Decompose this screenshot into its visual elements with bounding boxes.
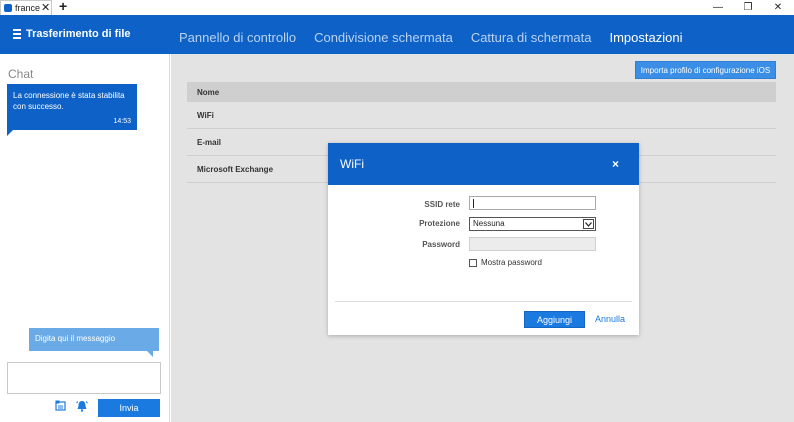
file-transfer-icon xyxy=(13,28,21,40)
alarm-bell-icon[interactable] xyxy=(76,400,88,412)
nav-settings[interactable]: Impostazioni xyxy=(609,30,682,45)
chat-sidebar: Chat La connessione è stata stabilita co… xyxy=(0,54,170,422)
minimize-icon[interactable]: — xyxy=(706,0,730,15)
password-label: Password xyxy=(422,240,460,249)
send-file-icon[interactable] xyxy=(55,400,67,412)
nav-screen-sharing[interactable]: Condivisione schermata xyxy=(314,30,453,45)
table-row-wifi[interactable]: WiFi xyxy=(187,102,776,129)
nav-screenshot[interactable]: Cattura di schermata xyxy=(471,30,592,45)
message-hint-bubble: Digita qui il messaggio xyxy=(29,328,159,351)
chat-title: Chat xyxy=(8,67,34,81)
chat-message-input[interactable] xyxy=(7,362,161,394)
chat-message-time: 14:53 xyxy=(113,118,131,125)
table-header-name: Nome xyxy=(187,82,776,102)
header-bar: Trasferimento di file Pannello di contro… xyxy=(0,15,794,54)
send-button[interactable]: Invia xyxy=(98,399,160,417)
dialog-close-icon[interactable]: × xyxy=(612,157,619,171)
protection-label: Protezione xyxy=(419,219,460,228)
dialog-title: WiFi xyxy=(340,157,364,171)
restore-icon[interactable]: ❐ xyxy=(736,0,760,15)
chevron-down-icon xyxy=(583,219,594,229)
tab-bar: france ✕ + — ❐ ✕ xyxy=(0,0,794,15)
add-tab-icon[interactable]: + xyxy=(59,0,67,14)
dialog-header: WiFi × xyxy=(328,143,639,185)
show-password-checkbox[interactable] xyxy=(469,259,477,267)
main-nav: Pannello di controllo Condivisione scher… xyxy=(179,30,700,45)
ssid-label: SSID rete xyxy=(424,200,460,209)
text-caret xyxy=(473,199,474,208)
dialog-divider xyxy=(335,301,632,302)
import-ios-profile-button[interactable]: Importa profilo di configurazione iOS xyxy=(635,61,776,79)
password-input[interactable] xyxy=(469,237,596,251)
chat-message-text: La connessione è stata stabilita con suc… xyxy=(13,91,125,111)
session-tab[interactable]: france ✕ xyxy=(0,0,52,15)
file-transfer-label: Trasferimento di file xyxy=(26,28,131,40)
ssid-input[interactable] xyxy=(469,196,596,210)
chat-bubble-tail xyxy=(7,130,13,136)
wifi-dialog: WiFi × SSID rete Protezione Nessuna Pass… xyxy=(328,143,639,335)
window-close-icon[interactable]: ✕ xyxy=(766,0,790,15)
nav-control-panel[interactable]: Pannello di controllo xyxy=(179,30,296,45)
cancel-link[interactable]: Annulla xyxy=(595,314,625,324)
file-transfer-button[interactable]: Trasferimento di file xyxy=(13,28,131,40)
hint-bubble-tail xyxy=(147,351,153,357)
teamviewer-logo-icon xyxy=(4,4,12,12)
close-tab-icon[interactable]: ✕ xyxy=(41,1,50,15)
add-button[interactable]: Aggiungi xyxy=(524,311,585,328)
protection-select[interactable]: Nessuna xyxy=(469,217,596,231)
protection-value: Nessuna xyxy=(473,219,505,228)
show-password-label: Mostra password xyxy=(481,258,542,267)
chat-message-bubble: La connessione è stata stabilita con suc… xyxy=(7,84,137,130)
